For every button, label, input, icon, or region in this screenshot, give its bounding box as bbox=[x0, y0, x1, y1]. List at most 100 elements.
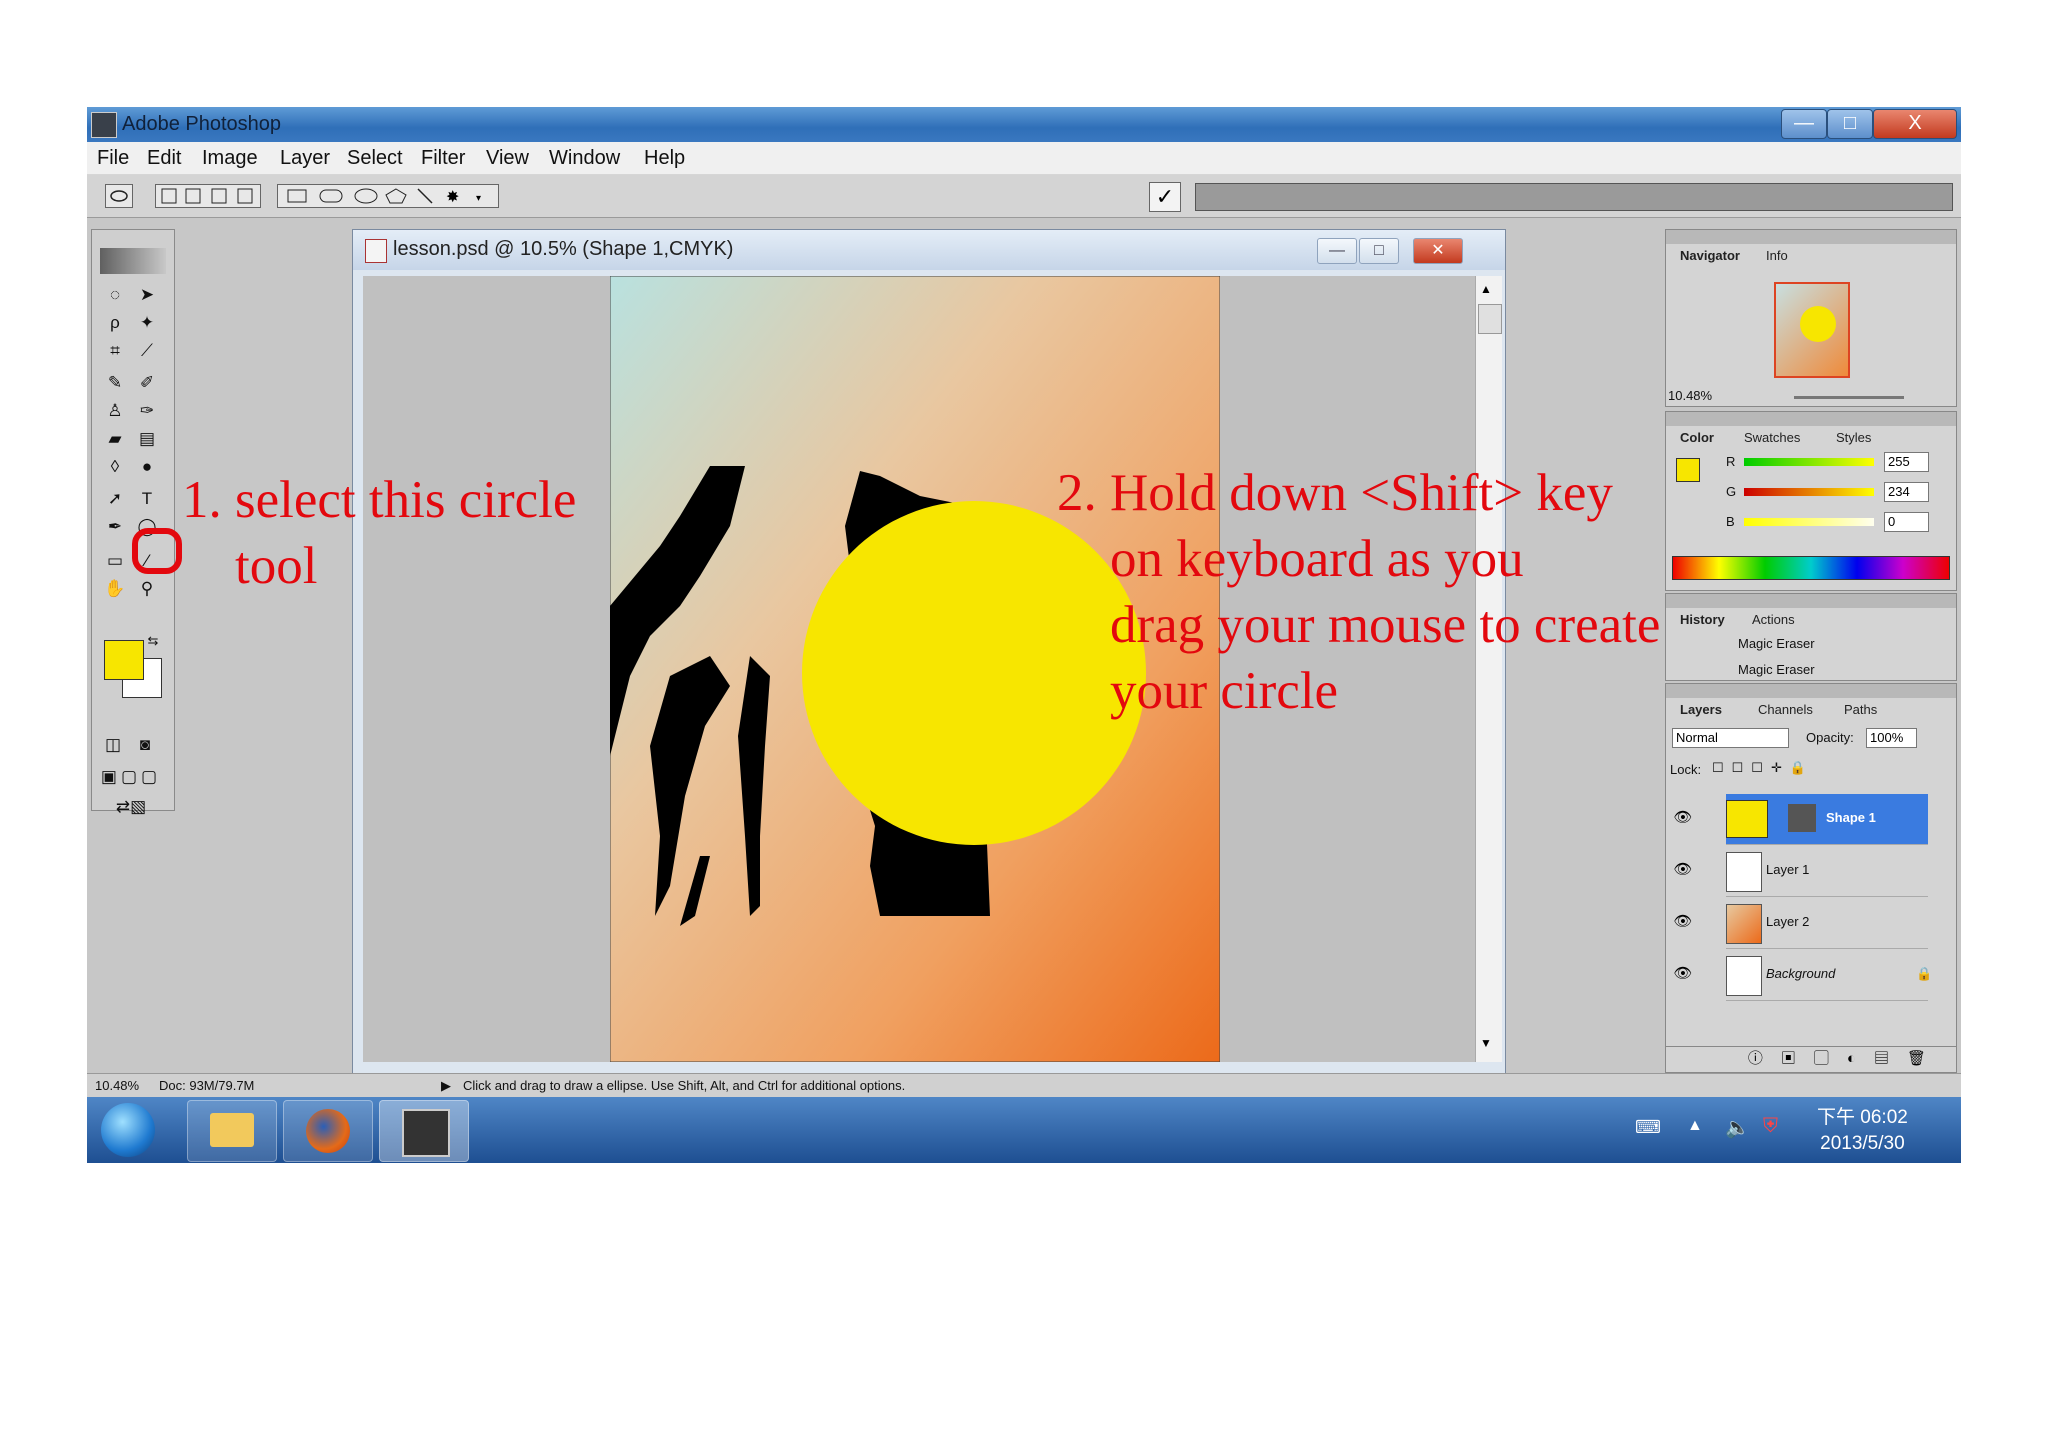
layer-row[interactable]: Layer 2 bbox=[1726, 898, 1928, 949]
color-fg-swatch[interactable] bbox=[1676, 458, 1700, 482]
security-shield-icon[interactable]: ⛨ bbox=[1763, 1115, 1778, 1138]
hand-tool-icon[interactable]: ✋ bbox=[100, 576, 130, 602]
g-label: G bbox=[1726, 484, 1737, 499]
lock-icons[interactable]: ☐☐☐✛🔒 bbox=[1712, 760, 1814, 776]
blur-tool-icon[interactable]: ◊ bbox=[100, 454, 130, 480]
explorer-taskbar-icon[interactable] bbox=[187, 1100, 277, 1162]
b-slider[interactable] bbox=[1744, 518, 1874, 526]
doc-close-button[interactable]: ✕ bbox=[1413, 238, 1463, 264]
r-slider[interactable] bbox=[1744, 458, 1874, 466]
b-value[interactable]: 0 bbox=[1884, 512, 1929, 532]
type-tool-icon[interactable]: T bbox=[132, 486, 162, 512]
lasso-tool-icon[interactable]: ρ bbox=[100, 310, 130, 336]
color-ramp[interactable] bbox=[1672, 556, 1950, 580]
marquee-tool-icon[interactable]: ◌ bbox=[100, 282, 130, 308]
maximize-button[interactable]: □ bbox=[1827, 109, 1873, 139]
eraser-tool-icon[interactable]: ▰ bbox=[100, 426, 130, 452]
navigator-zoom-slider[interactable] bbox=[1794, 396, 1904, 399]
dodge-tool-icon[interactable]: ● bbox=[132, 454, 162, 480]
visibility-eye-icon[interactable]: 👁 bbox=[1672, 912, 1694, 934]
toolbox-header bbox=[100, 248, 166, 274]
tab-color[interactable]: Color bbox=[1680, 430, 1714, 445]
tab-channels[interactable]: Channels bbox=[1758, 702, 1813, 717]
tab-history[interactable]: History bbox=[1680, 612, 1725, 627]
screen-mode-icon[interactable]: ▣▢▢ bbox=[98, 764, 164, 790]
keyboard-icon[interactable]: ⌨ bbox=[1635, 1117, 1661, 1138]
minimize-button[interactable]: — bbox=[1781, 109, 1827, 139]
brush-tool-icon[interactable]: ✐ bbox=[132, 370, 162, 396]
menu-select[interactable]: Select bbox=[347, 147, 403, 170]
tab-layers[interactable]: Layers bbox=[1680, 702, 1722, 717]
swap-colors-icon[interactable]: ⇆ bbox=[138, 628, 168, 654]
start-button[interactable] bbox=[101, 1103, 155, 1157]
status-arrow-icon[interactable]: ▶ bbox=[441, 1078, 451, 1094]
menu-help[interactable]: Help bbox=[644, 147, 685, 170]
toolbox: ◌ ➤ ρ ✦ ⌗ ⟋ ✎ ✐ ♙ ✑ ▰ ▤ ◊ ● ➚ T ✒ ◯ ▭ ⁄ … bbox=[91, 229, 182, 816]
tab-actions[interactable]: Actions bbox=[1752, 612, 1795, 627]
menu-window[interactable]: Window bbox=[549, 147, 620, 170]
tab-swatches[interactable]: Swatches bbox=[1744, 430, 1800, 445]
healing-brush-icon[interactable]: ✎ bbox=[100, 370, 130, 396]
path-selection-icon[interactable]: ➚ bbox=[100, 486, 130, 512]
visibility-eye-icon[interactable]: 👁 bbox=[1672, 860, 1694, 882]
visibility-eye-icon[interactable]: 👁 bbox=[1672, 964, 1694, 986]
blend-mode-select[interactable]: Normal bbox=[1672, 728, 1789, 748]
tab-navigator[interactable]: Navigator bbox=[1680, 248, 1740, 263]
tab-info[interactable]: Info bbox=[1766, 248, 1788, 263]
app-title: Adobe Photoshop bbox=[122, 113, 282, 135]
layer-name: Background bbox=[1766, 966, 1836, 981]
tab-paths[interactable]: Paths bbox=[1844, 702, 1877, 717]
close-button[interactable]: X bbox=[1873, 109, 1957, 139]
commit-button[interactable]: ✓ bbox=[1149, 182, 1181, 212]
status-zoom[interactable]: 10.48% bbox=[95, 1078, 139, 1093]
tab-styles[interactable]: Styles bbox=[1836, 430, 1871, 445]
g-slider[interactable] bbox=[1744, 488, 1874, 496]
doc-maximize-button[interactable]: □ bbox=[1359, 238, 1399, 264]
quick-mask-icon[interactable]: ◙ bbox=[130, 732, 160, 758]
jump-to-imageready-icon[interactable]: ⇄▧ bbox=[98, 794, 164, 820]
r-value[interactable]: 255 bbox=[1884, 452, 1929, 472]
opacity-input[interactable]: 100% bbox=[1866, 728, 1917, 748]
photoshop-app-icon bbox=[91, 112, 117, 138]
volume-icon[interactable]: 🔈 bbox=[1725, 1115, 1750, 1140]
menu-image[interactable]: Image bbox=[202, 147, 258, 170]
layers-footer-buttons[interactable]: ⓘ▣▢◐▤🗑 bbox=[1666, 1046, 1956, 1070]
navigator-thumbnail[interactable] bbox=[1774, 282, 1850, 378]
history-item[interactable]: Magic Eraser bbox=[1738, 636, 1815, 651]
standard-mode-icon[interactable]: ◫ bbox=[98, 732, 128, 758]
firefox-taskbar-icon[interactable] bbox=[283, 1100, 373, 1162]
layer-row[interactable]: Background 🔒 bbox=[1726, 950, 1932, 1001]
menu-layer[interactable]: Layer bbox=[280, 147, 330, 170]
move-tool-icon[interactable]: ➤ bbox=[132, 282, 162, 308]
ellipse-preset-icon[interactable] bbox=[105, 184, 133, 208]
menu-filter[interactable]: Filter bbox=[421, 147, 465, 170]
shape-tool-buttons[interactable]: ✸ ▾ bbox=[277, 184, 499, 208]
crop-tool-icon[interactable]: ⌗ bbox=[100, 338, 130, 364]
pen-tool-icon[interactable]: ✒ bbox=[100, 514, 130, 540]
navigator-zoom[interactable]: 10.48% bbox=[1668, 388, 1712, 403]
photoshop-taskbar-icon[interactable] bbox=[379, 1100, 469, 1162]
svg-text:▾: ▾ bbox=[476, 193, 481, 204]
menu-view[interactable]: View bbox=[486, 147, 529, 170]
history-item[interactable]: Magic Eraser bbox=[1738, 662, 1815, 677]
gradient-tool-icon[interactable]: ▤ bbox=[132, 426, 162, 452]
clone-stamp-icon[interactable]: ♙ bbox=[100, 398, 130, 424]
menu-file[interactable]: File bbox=[97, 147, 129, 170]
layers-panel: Layers Channels Paths Normal Opacity: 10… bbox=[1665, 683, 1957, 1073]
magic-wand-tool-icon[interactable]: ✦ bbox=[132, 310, 162, 336]
taskbar-clock[interactable]: 下午 06:02 2013/5/30 bbox=[1817, 1105, 1908, 1157]
history-brush-icon[interactable]: ✑ bbox=[132, 398, 162, 424]
doc-minimize-button[interactable]: — bbox=[1317, 238, 1357, 264]
slice-tool-icon[interactable]: ⟋ bbox=[132, 338, 162, 364]
layer-row[interactable]: Layer 1 bbox=[1726, 846, 1928, 897]
g-value[interactable]: 234 bbox=[1884, 482, 1929, 502]
svg-text:✸: ✸ bbox=[446, 189, 459, 206]
notes-tool-icon[interactable]: ▭ bbox=[100, 548, 130, 574]
visibility-eye-icon[interactable]: 👁 bbox=[1672, 808, 1694, 830]
zoom-tool-icon[interactable]: ⚲ bbox=[132, 576, 162, 602]
menu-edit[interactable]: Edit bbox=[147, 147, 181, 170]
layer-row[interactable]: Shape 1 bbox=[1726, 794, 1928, 845]
tray-arrow-icon[interactable]: ▲ bbox=[1687, 1117, 1703, 1135]
eyedropper-tool-icon[interactable]: ⁄ bbox=[132, 548, 162, 574]
shape-mode-buttons[interactable] bbox=[155, 184, 261, 208]
